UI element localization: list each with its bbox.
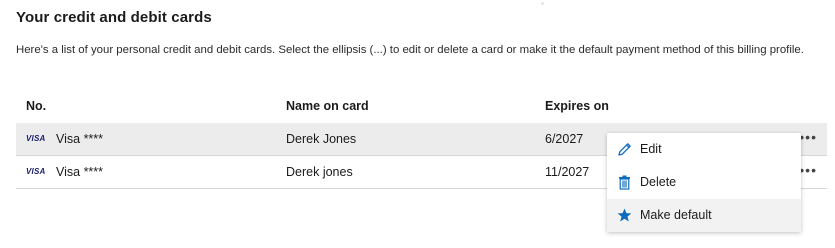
column-header-name: Name on card	[286, 99, 369, 113]
star-icon	[616, 207, 633, 224]
card-number: Visa ****	[56, 132, 104, 146]
section-description: Here's a list of your personal credit an…	[16, 44, 804, 56]
menu-item-delete[interactable]: Delete	[607, 166, 801, 199]
section-title: Your credit and debit cards	[16, 9, 212, 26]
visa-logo-icon: VISA	[26, 134, 46, 143]
visa-logo-icon: VISA	[26, 167, 46, 176]
more-options-button[interactable]: •••	[799, 129, 817, 145]
decorative-dot	[541, 2, 544, 5]
column-header-expires: Expires on	[545, 99, 609, 113]
menu-item-label: Make default	[640, 208, 712, 222]
card-expiry: 6/2027	[545, 132, 584, 146]
card-number: Visa ****	[56, 165, 104, 179]
payment-cards-page: Your credit and debit cards Here's a lis…	[0, 0, 835, 248]
menu-item-make-default[interactable]: Make default	[607, 199, 801, 232]
menu-item-label: Edit	[640, 142, 662, 156]
card-holder-name: Derek jones	[286, 165, 353, 179]
column-header-number: No.	[26, 99, 47, 113]
card-holder-name: Derek Jones	[286, 132, 357, 146]
more-options-button[interactable]: •••	[799, 162, 817, 178]
trash-icon	[616, 174, 633, 191]
pencil-icon	[616, 141, 633, 158]
card-expiry: 11/2027	[545, 165, 590, 179]
card-context-menu: Edit Delete Make default	[607, 133, 801, 232]
menu-item-edit[interactable]: Edit	[607, 133, 801, 166]
menu-item-label: Delete	[640, 175, 677, 189]
table-header: No. Name on card Expires on	[16, 93, 827, 123]
